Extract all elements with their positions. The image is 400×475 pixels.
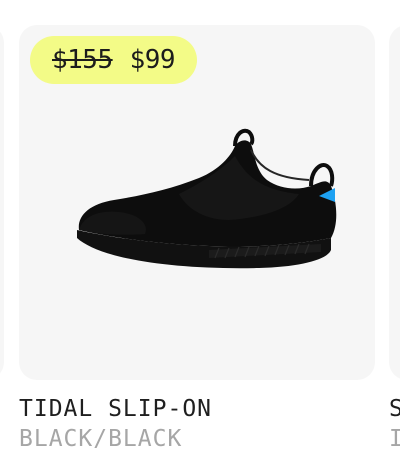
sale-price: $99	[129, 45, 176, 75]
product-image-box[interactable]: $155 $99	[19, 25, 375, 380]
product-name[interactable]: TIDAL SLIP-ON	[19, 396, 375, 422]
product-carousel: $155 $99 TIDAL SLIP-ON BLACK/BLACK S I	[0, 0, 400, 475]
product-name[interactable]: S	[389, 396, 400, 422]
sneaker-icon	[77, 128, 337, 269]
product-card-next[interactable]: S I	[389, 25, 400, 452]
original-price: $155	[52, 45, 113, 75]
product-color: BLACK/BLACK	[19, 426, 183, 452]
product-card-previous[interactable]	[0, 25, 4, 380]
product-card[interactable]: $155 $99 TIDAL SLIP-ON BLACK/BLACK	[19, 25, 375, 452]
product-color: I	[389, 426, 400, 452]
product-image-box[interactable]	[389, 25, 400, 380]
price-badge: $155 $99	[30, 36, 198, 84]
product-image-box[interactable]	[0, 25, 4, 380]
